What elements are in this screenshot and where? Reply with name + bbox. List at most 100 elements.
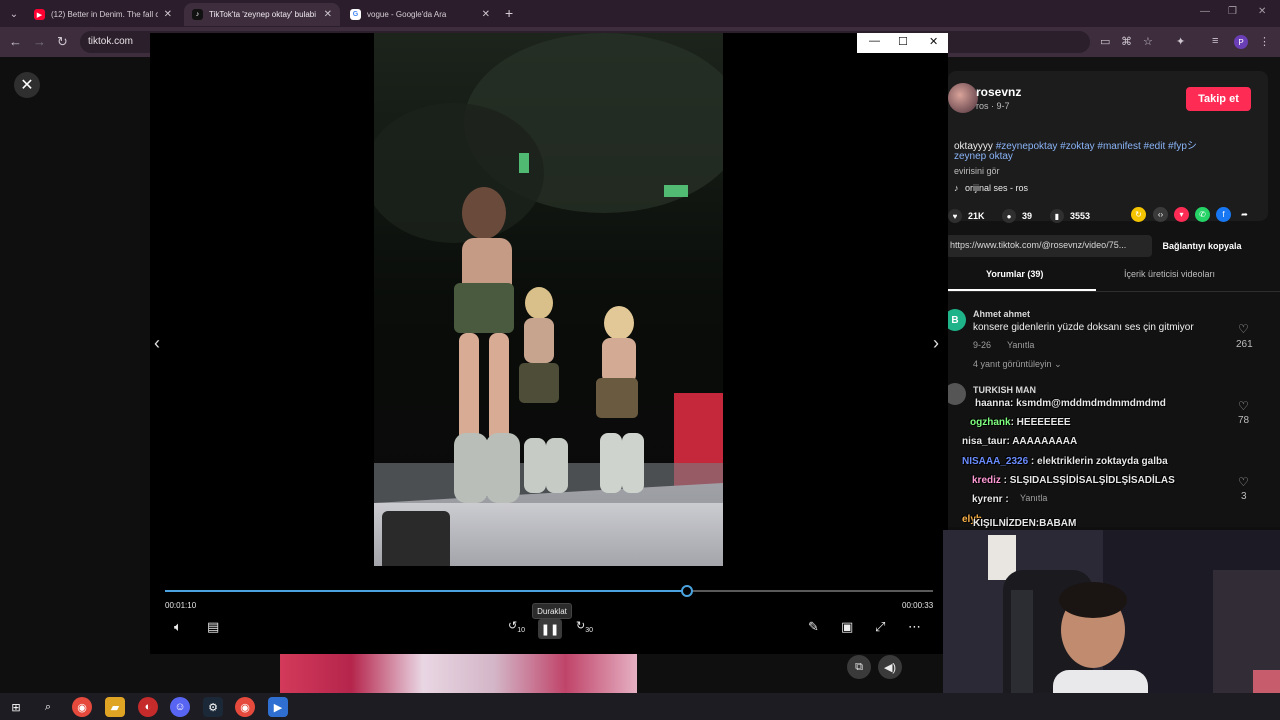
search-icon[interactable]: ⌕ [38,697,58,717]
youtube-icon: ▶ [34,9,45,20]
see-translation-link[interactable]: evirisini gör [954,166,1000,176]
back-icon[interactable]: ← [9,34,22,49]
whatsapp-icon[interactable]: ✆ [1195,207,1210,222]
avatar[interactable] [948,83,978,113]
bookmark-icon: ▮ [1050,209,1064,223]
minimize-icon[interactable]: — [869,35,880,47]
music-note-icon: ♪ [954,183,959,193]
cast-icon[interactable]: ▭ [1100,35,1110,48]
chat-text: : HEEEEEEE [1010,417,1071,428]
pause-button[interactable]: ❚❚ [538,619,562,639]
follow-button[interactable]: Takip et [1186,87,1251,111]
media-player-icon[interactable]: ▶ [268,697,288,717]
tab-tiktok[interactable]: ♪ TikTok'ta 'zeynep oktay' bulabi ✕ [184,3,340,26]
forward-icon[interactable]: → [33,34,46,49]
fullscreen-icon[interactable]: ⤢ [875,619,885,635]
like-stat[interactable]: ♥ 21K [948,209,985,223]
music-label[interactable]: ♪ orijinal ses - ros [954,183,1028,193]
comment-date: 9-26 [973,340,992,350]
comment-like-icon[interactable]: ♡ [1238,475,1249,489]
close-video-button[interactable]: ✕ [14,72,40,98]
comment-author[interactable]: Ahmet ahmet [973,309,1030,319]
chat-message: krediz : SLŞIDALSŞİDİSALŞİDLŞİSADİLAS [972,475,1175,486]
subtitles-icon[interactable]: ▤ [207,619,219,635]
forward-button[interactable]: ↻30 [576,619,593,634]
maximize-icon[interactable]: ☐ [898,35,908,48]
copy-link-button[interactable]: Bağlantıyı kopyala [1152,235,1252,257]
previous-arrow-icon[interactable]: ‹ [154,333,160,354]
new-tab-button[interactable]: + [505,5,513,21]
caption-hashtags[interactable]: #zeynepoktay #zoktay #manifest #edit #fy… [996,141,1197,152]
steam-icon[interactable]: ⚙ [203,697,223,717]
chrome-icon[interactable]: ◉ [235,697,255,717]
profile-avatar[interactable]: P [1234,35,1248,49]
miniplayer-icon[interactable]: ▣ [841,619,853,635]
chat-message: haanna: ksmdm@mddmdmdmmdmdmd [975,398,1166,409]
view-replies-link[interactable]: 4 yanıt görüntüleyin ⌄ [973,359,1062,370]
tab-search-button[interactable]: ⌄ [4,4,24,24]
tab-comments[interactable]: Yorumlar (39) [986,269,1043,279]
maximize-icon[interactable]: ❐ [1228,6,1237,17]
reply-link[interactable]: Yanıtla [1007,340,1034,350]
translate-icon[interactable]: ⌘ [1121,35,1132,48]
more-options-icon[interactable]: ⋯ [908,619,921,635]
share-arrow-icon[interactable]: ➦ [1237,207,1252,222]
picture-in-picture-icon[interactable]: ⧉ [847,655,871,679]
chat-user: NISAAA_2326 [962,456,1029,467]
view-replies-label: 4 yanıt görüntüleyin [973,359,1052,369]
close-tab-icon[interactable]: ✕ [482,9,490,20]
tab-youtube[interactable]: ▶ (12) Better in Denim. The fall ca ✕ [26,3,180,26]
edit-icon[interactable]: ✎ [808,619,819,635]
discord-icon[interactable]: ☺ [170,697,190,717]
menu-dots-icon[interactable]: ⋮ [1259,35,1270,48]
rewind-button[interactable]: ↺10 [508,619,525,634]
obs-icon[interactable]: ◐ [138,697,158,717]
volume-icon[interactable]: 🔈︎ [174,619,182,635]
tab-title: TikTok'ta 'zeynep oktay' bulabi [209,10,317,19]
comment-author[interactable]: TURKISH MAN [973,385,1036,395]
reload-icon[interactable]: ↻ [57,34,68,50]
embed-icon[interactable]: ‹› [1153,207,1168,222]
facebook-icon[interactable]: f [1216,207,1231,222]
share-repost-icon[interactable]: ↻ [1131,207,1146,222]
file-explorer-icon[interactable]: ▰ [105,697,125,717]
like-count: 21K [968,211,985,221]
chat-text: : elektriklerin zoktayda galba [1028,456,1168,467]
seek-handle[interactable] [681,585,694,597]
video-url-field[interactable]: https://www.tiktok.com/@rosevnz/video/75… [946,235,1152,257]
caption-mention[interactable]: zeynep oktay [954,151,1013,162]
reply-link[interactable]: Yanıtla [1020,493,1047,503]
close-tab-icon[interactable]: ✕ [164,9,172,20]
media-control-icon[interactable]: ≡ [1212,35,1218,47]
save-stat[interactable]: ▮ 3553 [1050,209,1090,223]
video-frame[interactable] [374,33,723,566]
chat-user: nisa_taur [962,436,1007,447]
extensions-icon[interactable]: ✦ [1176,35,1185,48]
next-arrow-icon[interactable]: › [933,333,939,354]
tab-divider [940,291,1280,292]
close-window-icon[interactable]: ✕ [1258,6,1266,17]
music-title: orijinal ses - ros [965,183,1029,193]
minimize-icon[interactable]: — [1200,6,1210,17]
tab-creator-videos[interactable]: İçerik üreticisi videoları [1124,269,1215,279]
chat-user: KIŞIL [973,518,999,529]
remaining-time: 00:00:33 [902,601,934,610]
chat-message: NISAAA_2326 : elektriklerin zoktayda gal… [962,456,1168,467]
comment-like-icon[interactable]: ♡ [1238,322,1249,336]
volume-icon[interactable]: ◀) [878,655,902,679]
windows-start-icon[interactable]: ⊞ [6,697,26,717]
chat-message: ogzhank: HEEEEEEE [970,417,1071,428]
close-tab-icon[interactable]: ✕ [324,9,332,20]
close-icon[interactable]: ✕ [929,35,938,48]
address-text: tiktok.com [88,36,134,47]
comment-like-icon[interactable]: ♡ [1238,399,1249,413]
bookmark-star-icon[interactable]: ☆ [1143,35,1153,48]
chat-user: kyrenr [972,494,1003,505]
video-viewer-window: — ☐ ✕ ‹ › 00:01:10 00:00:33 🔈︎ ▤ ↺10 Dur… [150,33,948,654]
send-icon[interactable]: ▾ [1174,207,1189,222]
chrome-icon[interactable]: ◉ [72,697,92,717]
comment-stat[interactable]: ● 39 [1002,209,1032,223]
tab-google[interactable]: G vogue - Google'da Ara ✕ [342,3,498,26]
username[interactable]: rosevnz [976,85,1021,99]
google-icon: G [350,9,361,20]
